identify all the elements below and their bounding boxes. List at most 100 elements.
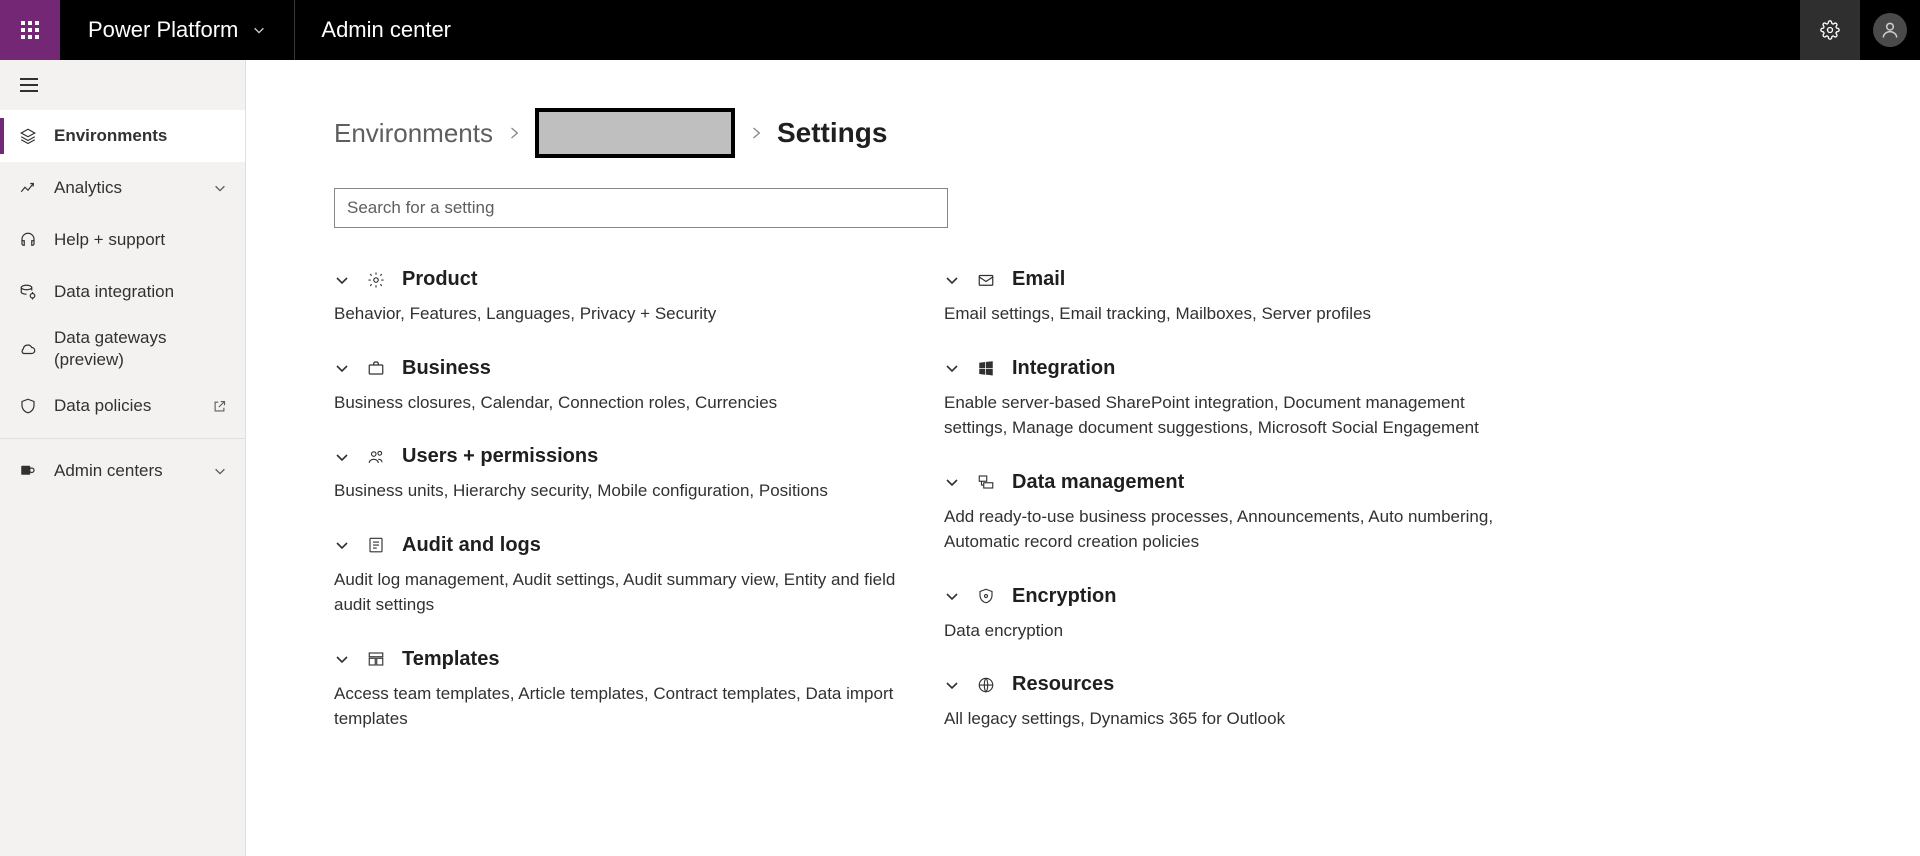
setting-group-title: Product: [402, 268, 478, 291]
setting-group-title: Integration: [1012, 357, 1115, 380]
setting-group-data-management[interactable]: Data management Add ready-to-use busines…: [944, 471, 1514, 555]
chevron-down-icon: [213, 181, 227, 195]
chevron-down-icon: [252, 23, 266, 37]
settings-column-left: Product Behavior, Features, Languages, P…: [334, 268, 904, 732]
sidebar-item-label: Data policies: [54, 396, 151, 416]
external-link-icon: [212, 399, 227, 414]
cloud-icon: [18, 340, 38, 358]
setting-group-desc: Enable server-based SharePoint integrati…: [944, 390, 1514, 441]
setting-group-title: Email: [1012, 268, 1065, 291]
sidebar-item-label: Data integration: [54, 282, 174, 302]
sidebar-item-admin-centers[interactable]: Admin centers: [0, 445, 245, 497]
sidebar-item-label: Help + support: [54, 230, 165, 250]
setting-group-desc: All legacy settings, Dynamics 365 for Ou…: [944, 706, 1514, 732]
setting-group-resources[interactable]: Resources All legacy settings, Dynamics …: [944, 673, 1514, 732]
brand-switcher[interactable]: Power Platform: [60, 0, 295, 60]
headset-icon: [18, 231, 38, 249]
mail-icon: [976, 271, 996, 289]
chevron-down-icon: [944, 677, 960, 693]
user-menu-button[interactable]: [1860, 0, 1920, 60]
setting-group-title: Encryption: [1012, 585, 1116, 608]
audit-log-icon: [366, 536, 386, 554]
setting-group-encryption[interactable]: Encryption Data encryption: [944, 585, 1514, 644]
page-title: Admin center: [295, 0, 1800, 60]
setting-group-desc: Audit log management, Audit settings, Au…: [334, 567, 904, 618]
sidebar-item-data-integration[interactable]: Data integration: [0, 266, 245, 318]
setting-group-product[interactable]: Product Behavior, Features, Languages, P…: [334, 268, 904, 327]
breadcrumb-current: Settings: [777, 117, 887, 149]
chevron-down-icon: [213, 464, 227, 478]
layers-icon: [18, 127, 38, 145]
setting-group-title: Templates: [402, 648, 499, 671]
waffle-icon: [21, 21, 39, 39]
breadcrumb-root[interactable]: Environments: [334, 118, 493, 149]
sidebar-item-label: Environments: [54, 126, 167, 146]
setting-group-desc: Data encryption: [944, 618, 1514, 644]
setting-group-desc: Business units, Hierarchy security, Mobi…: [334, 478, 904, 504]
chevron-down-icon: [944, 588, 960, 604]
main-content: Environments Settings: [246, 60, 1920, 856]
setting-group-title: Resources: [1012, 673, 1114, 696]
chevron-down-icon: [334, 449, 350, 465]
setting-group-title: Business: [402, 357, 491, 380]
hamburger-icon: [20, 78, 38, 92]
sidebar-item-help-support[interactable]: Help + support: [0, 214, 245, 266]
briefcase-icon: [366, 359, 386, 377]
setting-group-desc: Email settings, Email tracking, Mailboxe…: [944, 301, 1514, 327]
chevron-right-icon: [507, 123, 521, 143]
sidebar-item-data-policies[interactable]: Data policies: [0, 380, 245, 432]
setting-group-templates[interactable]: Templates Access team templates, Article…: [334, 648, 904, 732]
user-icon: [1880, 20, 1900, 40]
setting-group-email[interactable]: Email Email settings, Email tracking, Ma…: [944, 268, 1514, 327]
chevron-down-icon: [944, 474, 960, 490]
database-sync-icon: [18, 283, 38, 301]
sidebar-item-label: Admin centers: [54, 461, 163, 481]
setting-group-integration[interactable]: Integration Enable server-based SharePoi…: [944, 357, 1514, 441]
chevron-right-icon: [749, 123, 763, 143]
setting-group-desc: Add ready-to-use business processes, Ann…: [944, 504, 1514, 555]
sidebar-item-sublabel: (preview): [54, 349, 166, 371]
settings-column-right: Email Email settings, Email tracking, Ma…: [944, 268, 1514, 732]
sidebar-item-label: Analytics: [54, 178, 122, 198]
sidebar-item-environments[interactable]: Environments: [0, 110, 245, 162]
setting-group-business[interactable]: Business Business closures, Calendar, Co…: [334, 357, 904, 416]
chevron-down-icon: [334, 360, 350, 376]
chart-line-icon: [18, 179, 38, 197]
admin-centers-icon: [18, 462, 38, 480]
setting-group-title: Users + permissions: [402, 445, 598, 468]
sidebar-item-label: Data gateways: [54, 327, 166, 349]
sidebar: Environments Analytics Help + support Da…: [0, 60, 246, 856]
sidebar-item-analytics[interactable]: Analytics: [0, 162, 245, 214]
collapse-sidebar-button[interactable]: [0, 60, 245, 110]
setting-group-users-permissions[interactable]: Users + permissions Business units, Hier…: [334, 445, 904, 504]
sidebar-item-data-gateways[interactable]: Data gateways (preview): [0, 318, 245, 380]
setting-group-desc: Behavior, Features, Languages, Privacy +…: [334, 301, 904, 327]
app-launcher-button[interactable]: [0, 0, 60, 60]
brand-label: Power Platform: [88, 17, 238, 43]
globe-icon: [976, 676, 996, 694]
breadcrumb: Environments Settings: [334, 108, 1880, 158]
template-icon: [366, 650, 386, 668]
chevron-down-icon: [944, 272, 960, 288]
gear-icon: [1820, 20, 1840, 40]
avatar: [1873, 13, 1907, 47]
data-management-icon: [976, 473, 996, 491]
users-icon: [366, 448, 386, 466]
chevron-down-icon: [944, 360, 960, 376]
breadcrumb-environment-redacted[interactable]: [535, 108, 735, 158]
chevron-down-icon: [334, 651, 350, 667]
gear-icon: [366, 271, 386, 289]
shield-icon: [18, 397, 38, 415]
setting-group-title: Audit and logs: [402, 534, 541, 557]
setting-group-audit-logs[interactable]: Audit and logs Audit log management, Aud…: [334, 534, 904, 618]
settings-button[interactable]: [1800, 0, 1860, 60]
setting-group-desc: Business closures, Calendar, Connection …: [334, 390, 904, 416]
chevron-down-icon: [334, 272, 350, 288]
chevron-down-icon: [334, 537, 350, 553]
shield-lock-icon: [976, 587, 996, 605]
search-input[interactable]: [334, 188, 948, 228]
windows-icon: [976, 359, 996, 377]
setting-group-desc: Access team templates, Article templates…: [334, 681, 904, 732]
topbar: Power Platform Admin center: [0, 0, 1920, 60]
setting-group-title: Data management: [1012, 471, 1184, 494]
